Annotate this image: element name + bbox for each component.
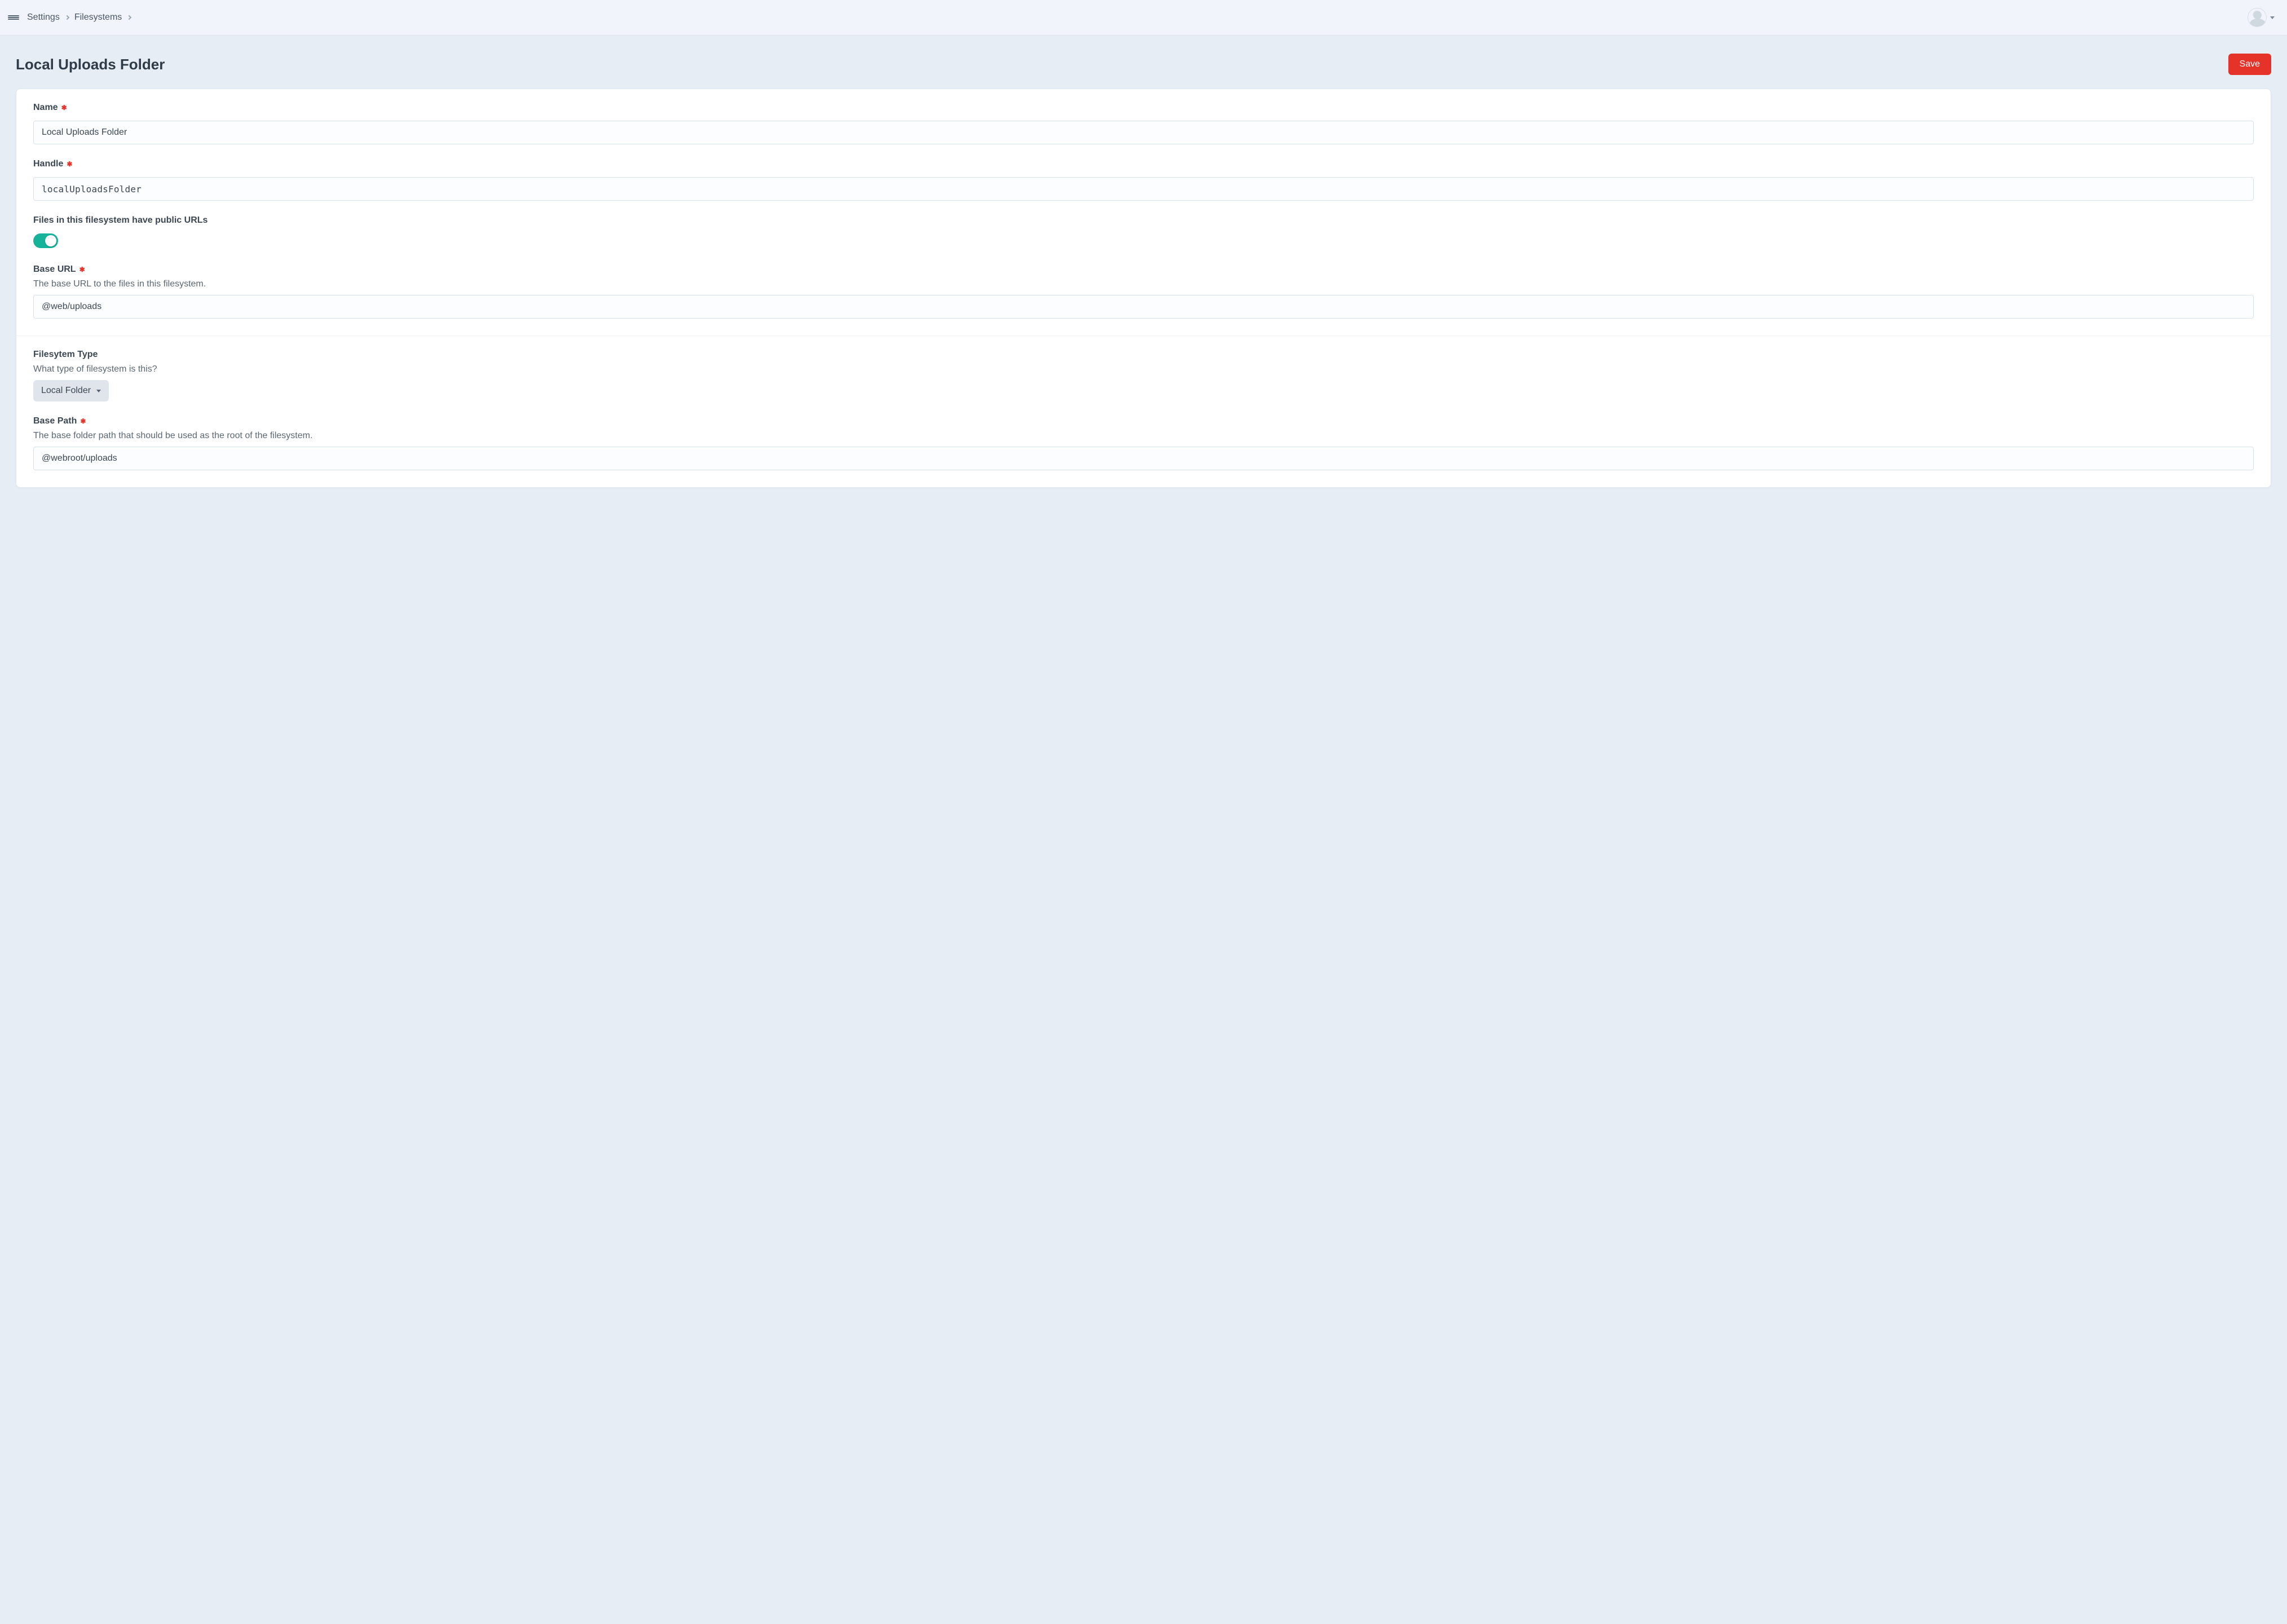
public-urls-toggle[interactable] [33,233,58,248]
base-path-input[interactable] [33,447,2254,470]
field-public-urls: Files in this filesystem have public URL… [33,215,2254,250]
label-public-urls-text: Files in this filesystem have public URL… [33,215,207,226]
help-fs-type: What type of filesystem is this? [33,364,2254,374]
required-icon: ✱ [61,104,67,111]
topbar-left: Settings Filesystems [8,12,131,23]
chevron-down-icon [96,390,101,392]
help-base-url: The base URL to the files in this filesy… [33,279,2254,289]
label-base-url-text: Base URL [33,264,76,275]
chevron-right-icon [65,15,69,20]
page-title: Local Uploads Folder [16,56,165,73]
label-base-url: Base URL ✱ [33,264,85,275]
avatar [2248,8,2267,27]
save-button[interactable]: Save [2228,54,2271,75]
required-icon: ✱ [67,161,72,167]
user-menu[interactable] [2248,8,2275,27]
chevron-right-icon [127,15,131,20]
field-base-url: Base URL ✱ The base URL to the files in … [33,264,2254,319]
settings-panel: Name ✱ Handle ✱ Files in this filesystem… [16,89,2271,488]
field-base-path: Base Path ✱ The base folder path that sh… [33,416,2254,470]
required-icon: ✱ [80,266,85,273]
label-name: Name ✱ [33,103,67,113]
handle-input[interactable] [33,177,2254,201]
label-base-path-text: Base Path [33,416,77,426]
label-name-text: Name [33,103,58,113]
fs-type-selected: Local Folder [41,386,91,396]
breadcrumb-settings[interactable]: Settings [27,12,60,23]
field-handle: Handle ✱ [33,159,2254,201]
chevron-down-icon [2270,16,2275,19]
topbar: Settings Filesystems [0,0,2287,36]
fs-type-select[interactable]: Local Folder [33,380,109,401]
field-name: Name ✱ [33,103,2254,144]
label-handle: Handle ✱ [33,159,72,169]
page-header: Local Uploads Folder Save [0,36,2287,89]
label-public-urls: Files in this filesystem have public URL… [33,215,207,226]
required-icon: ✱ [80,418,86,425]
panel-section-fs: Filesytem Type What type of filesystem i… [16,336,2271,487]
field-fs-type: Filesytem Type What type of filesystem i… [33,350,2254,401]
help-base-path: The base folder path that should be used… [33,431,2254,441]
toggle-wrap [33,233,2254,250]
label-fs-type-text: Filesytem Type [33,350,98,360]
label-handle-text: Handle [33,159,63,169]
breadcrumb: Settings Filesystems [27,12,131,23]
name-input[interactable] [33,121,2254,144]
breadcrumb-filesystems[interactable]: Filesystems [74,12,122,23]
label-fs-type: Filesytem Type [33,350,98,360]
panel-section-main: Name ✱ Handle ✱ Files in this filesystem… [16,89,2271,336]
menu-icon[interactable] [8,13,19,22]
base-url-input[interactable] [33,295,2254,319]
label-base-path: Base Path ✱ [33,416,86,426]
